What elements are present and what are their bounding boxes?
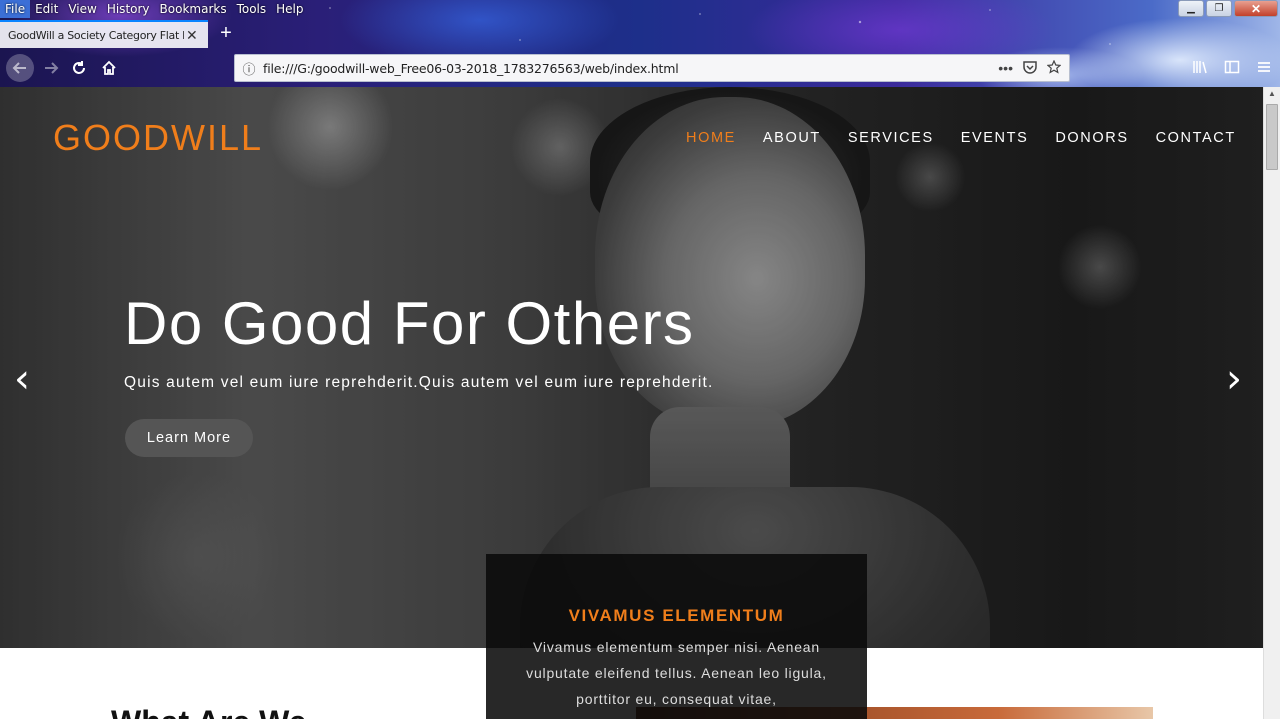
menu-history[interactable]: History [102, 0, 155, 18]
close-window-button[interactable]: ✕ [1234, 0, 1278, 17]
tab-close-icon[interactable]: ✕ [186, 27, 198, 44]
section-heading: What Are We [111, 704, 307, 719]
bookmark-star-icon[interactable] [1047, 60, 1061, 74]
page-actions-icon[interactable]: ••• [998, 60, 1013, 76]
nav-donors[interactable]: DONORS [1055, 130, 1128, 146]
new-tab-button[interactable]: + [214, 22, 238, 44]
slider-prev-chevron-icon[interactable]: ‹ [14, 359, 30, 399]
menu-view[interactable]: View [63, 0, 101, 18]
url-bar[interactable]: ⓘ file:///G:/goodwill-web_Free06-03-2018… [234, 54, 1070, 82]
nav-events[interactable]: EVENTS [961, 130, 1029, 146]
menu-bar: File Edit View History Bookmarks Tools H… [0, 0, 309, 18]
home-button[interactable] [96, 55, 122, 81]
vertical-scrollbar[interactable]: ▲ [1263, 87, 1280, 719]
menu-file[interactable]: File [0, 0, 31, 18]
forward-arrow-icon [45, 62, 59, 74]
window-controls: ▁ ❐ ✕ [1178, 0, 1278, 17]
menu-help[interactable]: Help [271, 0, 308, 18]
menu-edit[interactable]: Edit [30, 0, 63, 18]
scroll-thumb[interactable] [1266, 104, 1278, 170]
site-logo[interactable]: GOODWILL [53, 117, 263, 159]
site-navigation: HOME ABOUT SERVICES EVENTS DONORS CONTAC… [686, 130, 1263, 146]
sidebar-icon[interactable] [1224, 59, 1240, 75]
hamburger-menu-icon[interactable] [1256, 59, 1272, 75]
nav-contact[interactable]: CONTACT [1156, 130, 1236, 146]
back-button[interactable] [6, 54, 34, 82]
nav-about[interactable]: ABOUT [763, 130, 821, 146]
toolbar-icons [1192, 59, 1272, 75]
nav-services[interactable]: SERVICES [848, 130, 934, 146]
minimize-button[interactable]: ▁ [1178, 0, 1204, 17]
hero-subtitle: Quis autem vel eum iure reprehderit.Quis… [124, 374, 714, 391]
menu-bookmarks[interactable]: Bookmarks [155, 0, 232, 18]
navigation-toolbar: ⓘ file:///G:/goodwill-web_Free06-03-2018… [0, 49, 1280, 87]
menu-tools[interactable]: Tools [232, 0, 272, 18]
reload-button[interactable] [66, 55, 92, 81]
feature-text: Vivamus elementum semper nisi. Aenean vu… [526, 639, 827, 707]
tab-strip: GoodWill a Society Category Flat Bootstr… [0, 20, 1280, 48]
nav-home[interactable]: HOME [686, 130, 736, 146]
feature-title: VIVAMUS ELEMENTUM [568, 606, 785, 625]
url-actions: ••• [998, 60, 1069, 76]
tab-title: GoodWill a Society Category Flat Bootstr… [8, 28, 184, 42]
site-info-icon[interactable]: ⓘ [235, 59, 263, 78]
learn-more-button[interactable]: Learn More [125, 419, 253, 457]
maximize-button[interactable]: ❐ [1206, 0, 1232, 17]
browser-chrome: File Edit View History Bookmarks Tools H… [0, 0, 1280, 87]
hero-title: Do Good For Others [124, 290, 695, 357]
reload-icon [73, 61, 85, 74]
forward-button[interactable] [38, 55, 64, 81]
back-arrow-icon [12, 62, 26, 74]
feature-card: VIVAMUS ELEMENTUM Vivamus elementum semp… [486, 554, 867, 719]
pocket-icon[interactable] [1023, 60, 1037, 74]
library-icon[interactable] [1192, 59, 1208, 75]
tab-goodwill[interactable]: GoodWill a Society Category Flat Bootstr… [0, 20, 208, 48]
home-icon [102, 60, 116, 75]
page-viewport: GOODWILL HOME ABOUT SERVICES EVENTS DONO… [0, 87, 1280, 719]
scroll-up-arrow-icon[interactable]: ▲ [1266, 89, 1278, 101]
url-text[interactable]: file:///G:/goodwill-web_Free06-03-2018_1… [263, 61, 998, 76]
slider-next-chevron-icon[interactable]: › [1226, 359, 1242, 399]
